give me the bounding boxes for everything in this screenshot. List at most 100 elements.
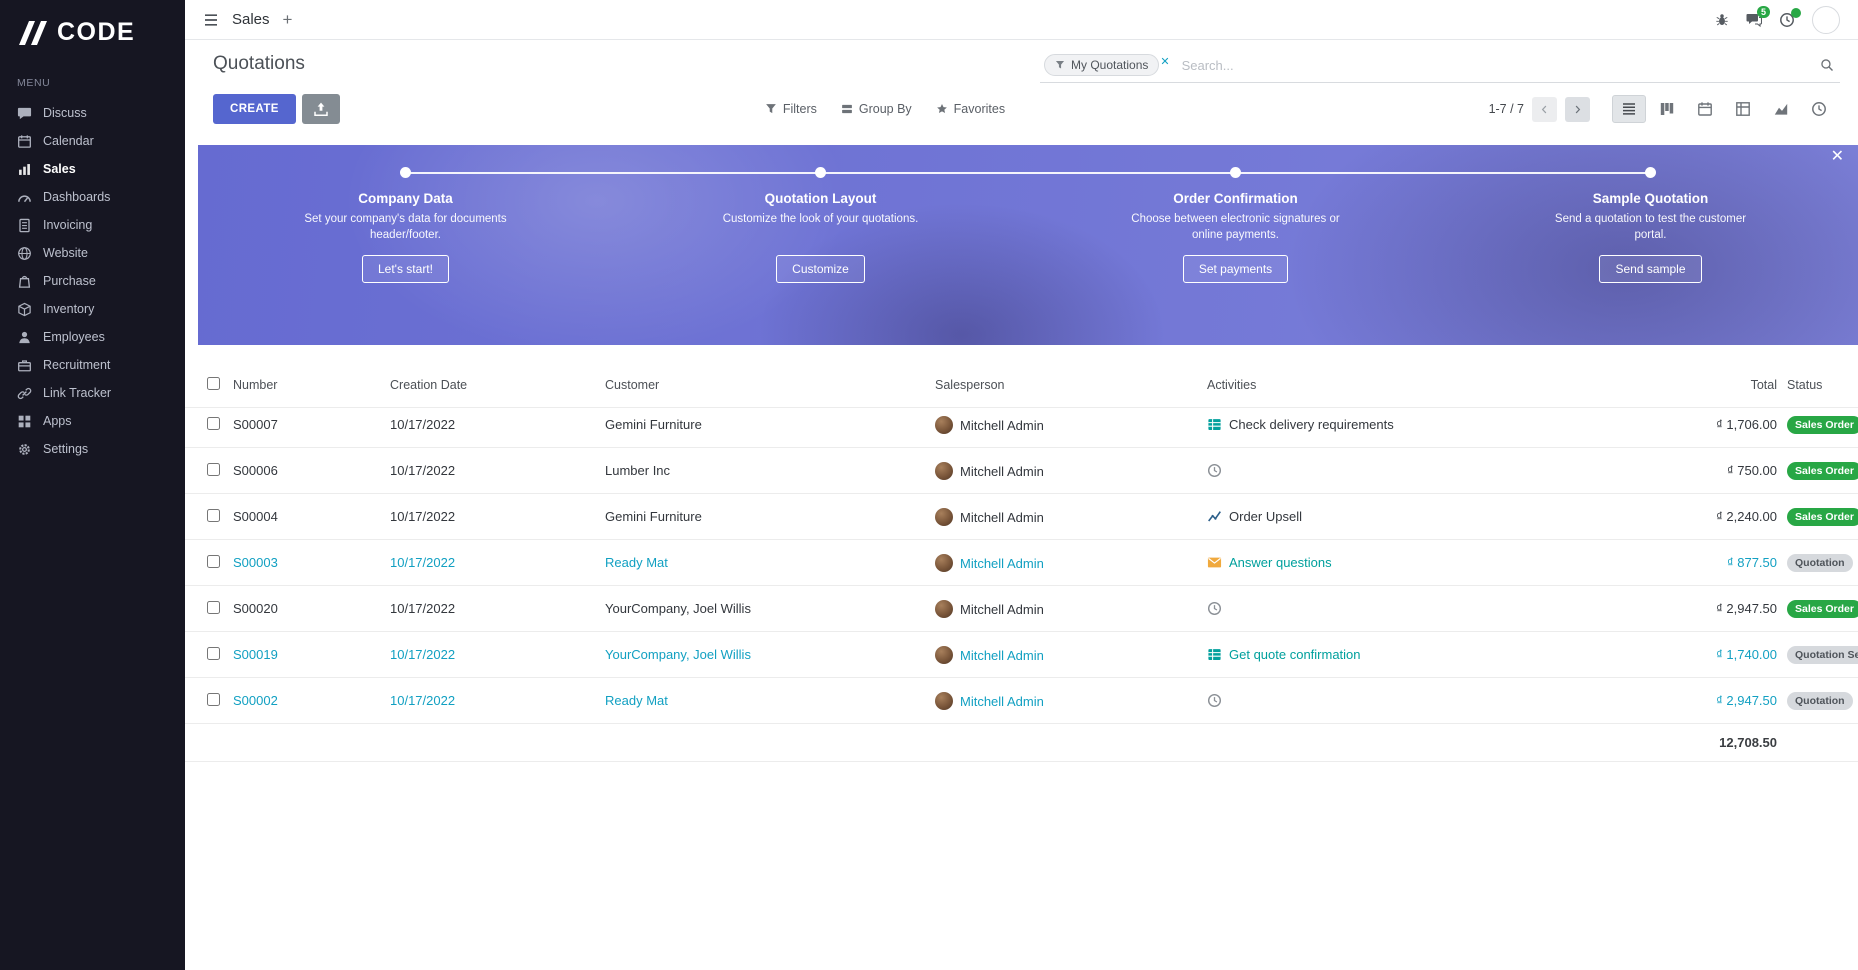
debug-bug-icon[interactable] (1715, 13, 1729, 27)
table-row[interactable]: S00020 10/17/2022 YourCompany, Joel Will… (185, 586, 1858, 632)
table-row[interactable]: S00002 10/17/2022 Ready Mat Mitchell Adm… (185, 678, 1858, 724)
app-logo[interactable]: CODE (0, 0, 185, 77)
column-header-customer[interactable]: Customer (605, 378, 935, 392)
sidebar-item-sales[interactable]: Sales (0, 155, 185, 183)
sidebar-item-employees[interactable]: Employees (0, 323, 185, 351)
menu-section-label: MENU (0, 77, 185, 99)
column-header-total[interactable]: Total (1637, 378, 1787, 392)
group-by-button[interactable]: Group By (841, 102, 912, 116)
pager-next-button[interactable] (1565, 97, 1590, 122)
salesperson-name: Mitchell Admin (960, 602, 1044, 617)
quotation-number: S00007 (233, 417, 390, 432)
messages-icon[interactable]: 5 (1746, 12, 1762, 28)
person-icon (17, 330, 32, 345)
column-header-salesperson[interactable]: Salesperson (935, 378, 1207, 392)
column-header-status[interactable]: Status (1787, 378, 1858, 392)
order-total: ₫ 2,240.00 (1637, 509, 1787, 524)
add-tab-icon[interactable]: + (283, 11, 293, 28)
favorites-button[interactable]: Favorites (936, 102, 1005, 116)
sidebar-item-dashboards[interactable]: Dashboards (0, 183, 185, 211)
select-all-checkbox[interactable] (207, 377, 220, 390)
calendar-view-button[interactable] (1688, 95, 1722, 123)
page-title: Quotations (213, 53, 305, 75)
customer-name: Ready Mat (605, 693, 935, 708)
pivot-view-button[interactable] (1726, 95, 1760, 123)
lets-start-button[interactable]: Let's start! (362, 255, 449, 283)
sidebar-item-purchase[interactable]: Purchase (0, 267, 185, 295)
schedule-activity-clock-icon[interactable] (1207, 601, 1222, 616)
quotation-number: S00020 (233, 601, 390, 616)
kanban-view-button[interactable] (1650, 95, 1684, 123)
row-checkbox[interactable] (207, 463, 220, 476)
row-checkbox[interactable] (207, 647, 220, 660)
search-filter-chip[interactable]: My Quotations (1044, 54, 1159, 76)
column-header-creation-date[interactable]: Creation Date (390, 378, 605, 392)
salesperson-avatar (935, 462, 953, 480)
sidebar-item-settings[interactable]: Settings (0, 435, 185, 463)
remove-filter-icon[interactable]: ✕ (1160, 55, 1169, 68)
row-checkbox[interactable] (207, 509, 220, 522)
activity-text[interactable]: Get quote confirmation (1229, 647, 1361, 662)
column-header-number[interactable]: Number (233, 378, 390, 392)
row-checkbox[interactable] (207, 693, 220, 706)
customize-button[interactable]: Customize (776, 255, 865, 283)
sidebar-item-recruitment[interactable]: Recruitment (0, 351, 185, 379)
table-row[interactable]: S00004 10/17/2022 Gemini Furniture Mitch… (185, 494, 1858, 540)
sidebar-item-calendar[interactable]: Calendar (0, 127, 185, 155)
onboarding-banner: ✕ Company Data Set your company's data f… (198, 145, 1858, 345)
activity-text[interactable]: Order Upsell (1229, 509, 1302, 524)
onboarding-step-quotation-layout: Quotation Layout Customize the look of y… (613, 167, 1028, 283)
row-checkbox[interactable] (207, 601, 220, 614)
hamburger-menu-icon[interactable] (203, 12, 219, 28)
table-row[interactable]: S00003 10/17/2022 Ready Mat Mitchell Adm… (185, 540, 1858, 586)
graph-view-button[interactable] (1764, 95, 1798, 123)
user-avatar[interactable] (1812, 6, 1840, 34)
sidebar-item-website[interactable]: Website (0, 239, 185, 267)
table-row[interactable]: S00006 10/17/2022 Lumber Inc Mitchell Ad… (185, 448, 1858, 494)
order-total: ₫ 1,740.00 (1637, 647, 1787, 662)
favorites-label: Favorites (954, 102, 1005, 116)
search-bar[interactable]: My Quotations ✕ (1040, 53, 1840, 83)
table-row[interactable]: S00007 10/17/2022 Gemini Furniture Mitch… (185, 402, 1858, 448)
sidebar-item-invoicing[interactable]: Invoicing (0, 211, 185, 239)
search-input[interactable] (1180, 57, 1820, 74)
create-button[interactable]: CREATE (213, 94, 296, 124)
upload-button[interactable] (302, 94, 340, 124)
sidebar-item-inventory[interactable]: Inventory (0, 295, 185, 323)
row-checkbox[interactable] (207, 417, 220, 430)
column-header-activities[interactable]: Activities (1207, 378, 1637, 392)
status-badge: Sales Order (1787, 600, 1858, 618)
row-checkbox[interactable] (207, 555, 220, 568)
funnel-icon (765, 103, 777, 115)
filters-button[interactable]: Filters (765, 102, 817, 116)
close-icon[interactable]: ✕ (1831, 149, 1844, 165)
table-row[interactable]: S00019 10/17/2022 YourCompany, Joel Will… (185, 632, 1858, 678)
sidebar-item-link-tracker[interactable]: Link Tracker (0, 379, 185, 407)
app-title[interactable]: Sales (232, 11, 270, 28)
customer-name: Gemini Furniture (605, 509, 935, 524)
pager-previous-button[interactable] (1532, 97, 1557, 122)
quotation-number: S00019 (233, 647, 390, 662)
set-payments-button[interactable]: Set payments (1183, 255, 1288, 283)
activity-table-icon (1207, 647, 1222, 662)
activity-table-icon (1207, 417, 1222, 432)
activities-clock-icon[interactable] (1779, 12, 1795, 28)
search-icon[interactable] (1820, 58, 1834, 72)
step-dot (1230, 167, 1241, 178)
sidebar-item-apps[interactable]: Apps (0, 407, 185, 435)
activity-text[interactable]: Check delivery requirements (1229, 417, 1394, 432)
step-title: Quotation Layout (765, 191, 877, 206)
salesperson-name: Mitchell Admin (960, 648, 1044, 663)
creation-date: 10/17/2022 (390, 647, 605, 662)
brand-name: CODE (57, 18, 135, 47)
schedule-activity-clock-icon[interactable] (1207, 693, 1222, 708)
step-description: Choose between electronic signatures or … (1128, 212, 1343, 243)
sidebar-item-label: Recruitment (43, 358, 110, 372)
schedule-activity-clock-icon[interactable] (1207, 463, 1222, 478)
send-sample-button[interactable]: Send sample (1599, 255, 1701, 283)
activity-text[interactable]: Answer questions (1229, 555, 1332, 570)
salesperson-name: Mitchell Admin (960, 418, 1044, 433)
list-view-button[interactable] (1612, 95, 1646, 123)
activity-view-button[interactable] (1802, 95, 1836, 123)
sidebar-item-discuss[interactable]: Discuss (0, 99, 185, 127)
